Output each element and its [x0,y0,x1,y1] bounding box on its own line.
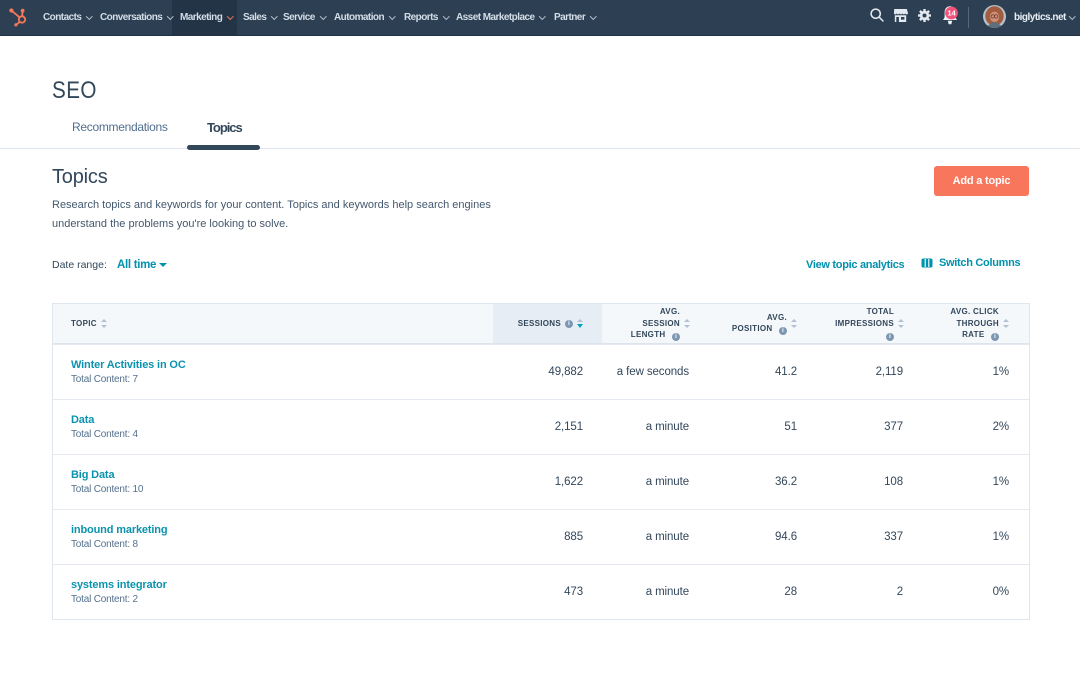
svg-text:14: 14 [947,9,956,18]
